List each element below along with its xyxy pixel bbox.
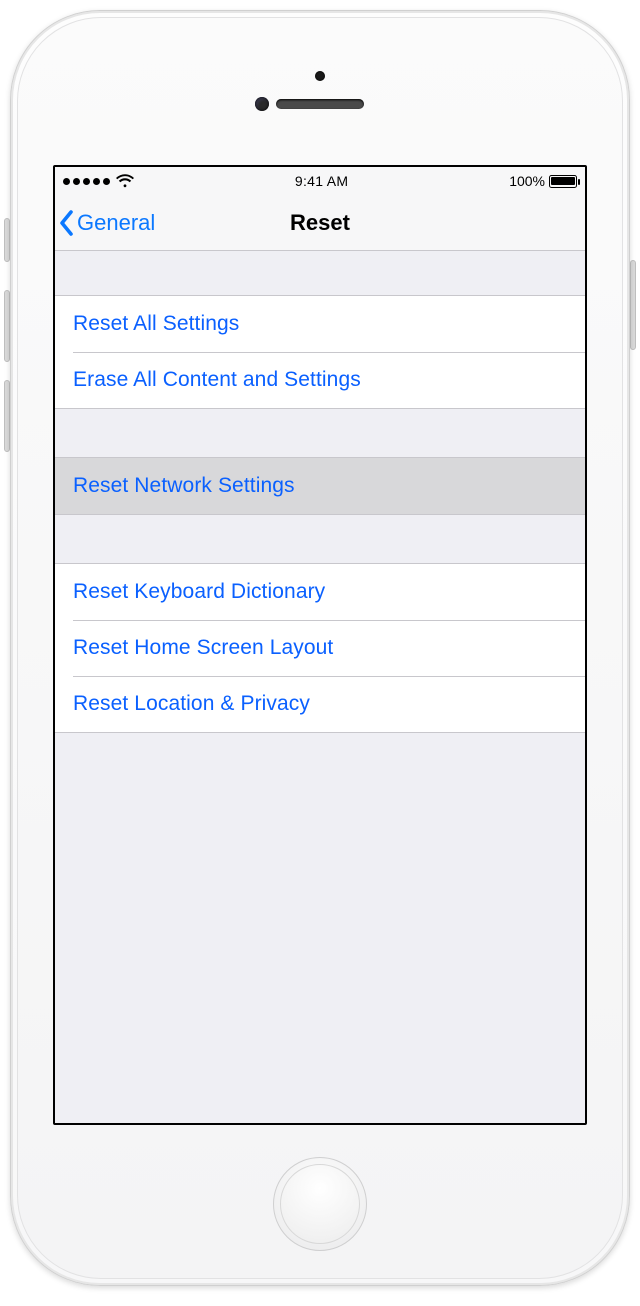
group-reset-erase: Reset All Settings Erase All Content and…: [55, 295, 585, 409]
phone-body: 9:41 AM 100% General Reset: [10, 10, 630, 1286]
battery-percentage: 100%: [509, 173, 545, 189]
group-network: Reset Network Settings: [55, 457, 585, 515]
reset-location-privacy-button[interactable]: Reset Location & Privacy: [55, 676, 585, 732]
group-spacer: [55, 251, 585, 295]
back-button[interactable]: General: [55, 210, 155, 236]
chevron-left-icon: [59, 210, 75, 236]
front-camera: [255, 97, 269, 111]
power-button: [630, 260, 636, 350]
status-right: 100%: [509, 173, 577, 189]
row-label: Reset Network Settings: [73, 474, 295, 498]
status-time: 9:41 AM: [295, 173, 348, 189]
group-spacer: [55, 515, 585, 563]
battery-indicator: 100%: [509, 173, 577, 189]
reset-all-settings-button[interactable]: Reset All Settings: [55, 296, 585, 352]
cell-signal-icon: [63, 178, 110, 185]
proximity-sensor: [315, 71, 325, 81]
group-other-resets: Reset Keyboard Dictionary Reset Home Scr…: [55, 563, 585, 733]
battery-icon: [549, 175, 577, 188]
row-label: Reset Home Screen Layout: [73, 636, 333, 660]
status-bar: 9:41 AM 100%: [55, 167, 585, 195]
reset-network-settings-button[interactable]: Reset Network Settings: [55, 458, 585, 514]
reset-home-screen-layout-button[interactable]: Reset Home Screen Layout: [55, 620, 585, 676]
iphone-device: 9:41 AM 100% General Reset: [10, 10, 630, 1286]
group-spacer: [55, 409, 585, 457]
nav-bar: General Reset: [55, 195, 585, 251]
home-button[interactable]: [273, 1157, 367, 1251]
status-left: [63, 174, 134, 188]
reset-keyboard-dictionary-button[interactable]: Reset Keyboard Dictionary: [55, 564, 585, 620]
earpiece-speaker: [276, 99, 364, 109]
row-label: Reset All Settings: [73, 312, 239, 336]
row-label: Erase All Content and Settings: [73, 368, 361, 392]
back-label: General: [77, 210, 155, 236]
erase-all-content-button[interactable]: Erase All Content and Settings: [55, 352, 585, 408]
wifi-icon: [116, 174, 134, 188]
row-label: Reset Keyboard Dictionary: [73, 580, 325, 604]
row-label: Reset Location & Privacy: [73, 692, 310, 716]
screen: 9:41 AM 100% General Reset: [53, 165, 587, 1125]
content: Reset All Settings Erase All Content and…: [55, 251, 585, 733]
